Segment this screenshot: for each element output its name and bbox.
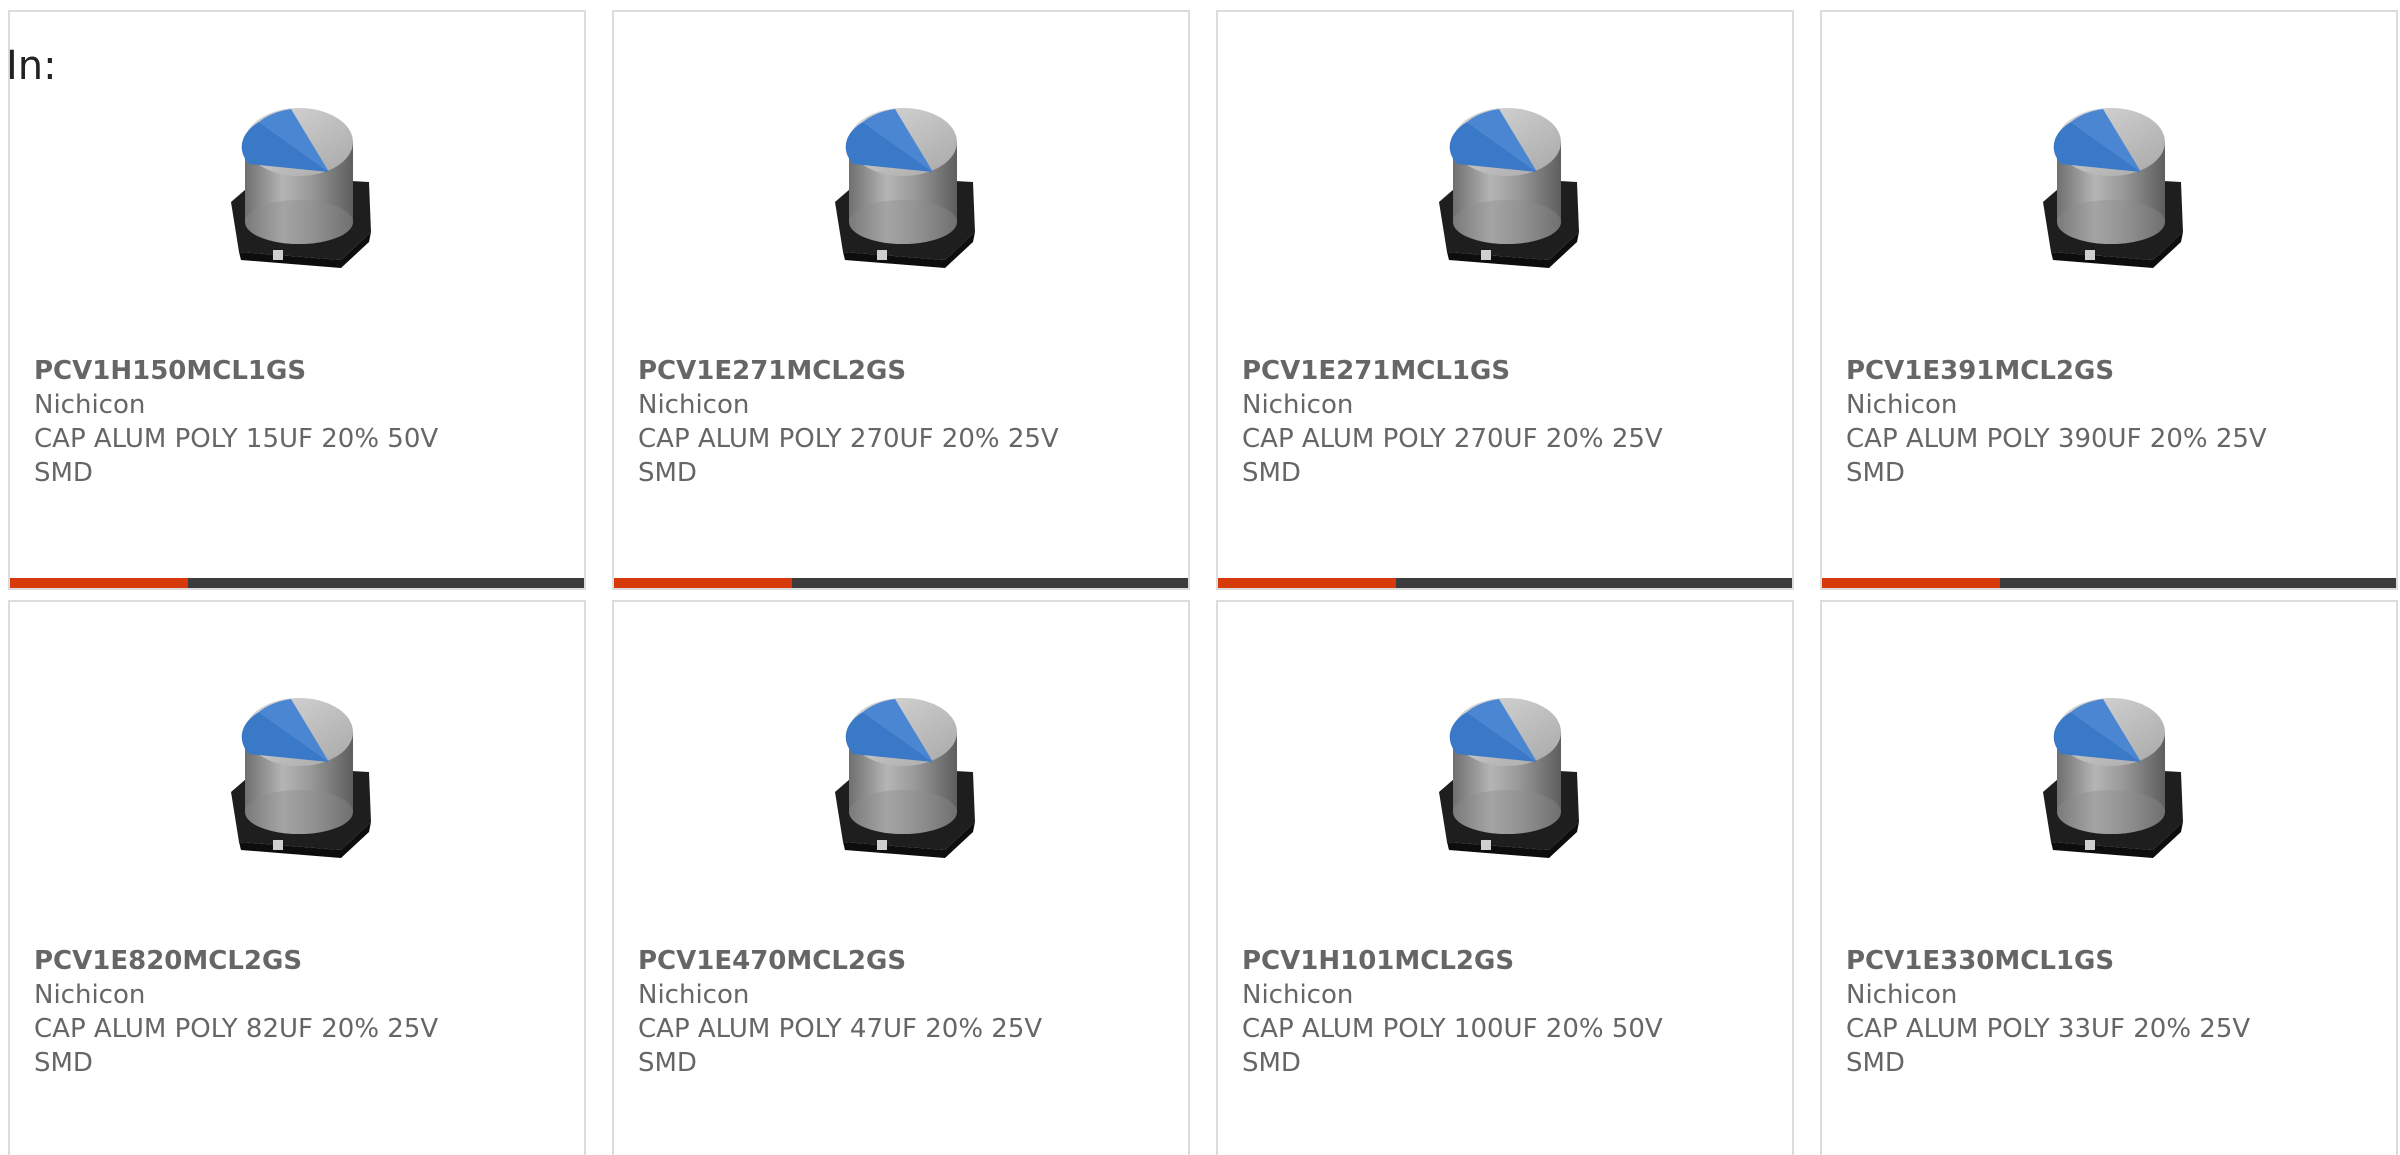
- description: CAP ALUM POLY 47UF 20% 25V: [638, 1014, 1043, 1044]
- part-number[interactable]: PCV1E820MCL2GS: [34, 944, 554, 978]
- package: SMD: [1242, 1048, 1301, 1078]
- package: SMD: [34, 458, 93, 488]
- package: SMD: [638, 1048, 697, 1078]
- card-bar: [1822, 578, 2396, 588]
- capacitor-icon: [805, 672, 1001, 868]
- capacitor-icon: [201, 82, 397, 278]
- manufacturer: Nichicon: [1846, 980, 1958, 1010]
- package: SMD: [1846, 1048, 1905, 1078]
- card-bar-fill: [10, 578, 188, 588]
- manufacturer: Nichicon: [1846, 390, 1958, 420]
- capacitor-icon: [2013, 82, 2209, 278]
- product-card[interactable]: PCV1E271MCL2GS Nichicon CAP ALUM POLY 27…: [612, 10, 1190, 590]
- product-info: PCV1E470MCL2GS Nichicon CAP ALUM POLY 47…: [638, 944, 1158, 1080]
- product-card[interactable]: PCV1E470MCL2GS Nichicon CAP ALUM POLY 47…: [612, 600, 1190, 1155]
- capacitor-icon: [1409, 82, 1605, 278]
- card-bar-fill: [614, 578, 792, 588]
- card-bar-fill: [1218, 578, 1396, 588]
- product-card[interactable]: PCV1E271MCL1GS Nichicon CAP ALUM POLY 27…: [1216, 10, 1794, 590]
- product-card[interactable]: PCV1H101MCL2GS Nichicon CAP ALUM POLY 10…: [1216, 600, 1794, 1155]
- product-card[interactable]: PCV1H150MCL1GS Nichicon CAP ALUM POLY 15…: [8, 10, 586, 590]
- part-number[interactable]: PCV1E330MCL1GS: [1846, 944, 2366, 978]
- part-number[interactable]: PCV1E470MCL2GS: [638, 944, 1158, 978]
- package: SMD: [1846, 458, 1905, 488]
- description: CAP ALUM POLY 270UF 20% 25V: [1242, 424, 1663, 454]
- manufacturer: Nichicon: [638, 390, 750, 420]
- description: CAP ALUM POLY 270UF 20% 25V: [638, 424, 1059, 454]
- product-info: PCV1E271MCL2GS Nichicon CAP ALUM POLY 27…: [638, 354, 1158, 490]
- capacitor-icon: [805, 82, 1001, 278]
- description: CAP ALUM POLY 100UF 20% 50V: [1242, 1014, 1663, 1044]
- part-number[interactable]: PCV1H101MCL2GS: [1242, 944, 1762, 978]
- product-info: PCV1E820MCL2GS Nichicon CAP ALUM POLY 82…: [34, 944, 554, 1080]
- capacitor-icon: [1409, 672, 1605, 868]
- part-number[interactable]: PCV1E391MCL2GS: [1846, 354, 2366, 388]
- card-bar: [1218, 578, 1792, 588]
- description: CAP ALUM POLY 33UF 20% 25V: [1846, 1014, 2251, 1044]
- product-info: PCV1E391MCL2GS Nichicon CAP ALUM POLY 39…: [1846, 354, 2366, 490]
- product-results-page: In: PCV1H150MCL1GS Nichicon CAP ALUM POL: [0, 0, 2400, 1155]
- product-grid: PCV1H150MCL1GS Nichicon CAP ALUM POLY 15…: [8, 10, 2398, 1155]
- manufacturer: Nichicon: [34, 390, 146, 420]
- product-card[interactable]: PCV1E820MCL2GS Nichicon CAP ALUM POLY 82…: [8, 600, 586, 1155]
- manufacturer: Nichicon: [1242, 390, 1354, 420]
- description: CAP ALUM POLY 390UF 20% 25V: [1846, 424, 2267, 454]
- package: SMD: [1242, 458, 1301, 488]
- part-number[interactable]: PCV1E271MCL2GS: [638, 354, 1158, 388]
- in-label: In:: [6, 43, 57, 89]
- card-bar-fill: [1822, 578, 2000, 588]
- manufacturer: Nichicon: [1242, 980, 1354, 1010]
- product-card[interactable]: PCV1E330MCL1GS Nichicon CAP ALUM POLY 33…: [1820, 600, 2398, 1155]
- product-info: PCV1E330MCL1GS Nichicon CAP ALUM POLY 33…: [1846, 944, 2366, 1080]
- part-number[interactable]: PCV1H150MCL1GS: [34, 354, 554, 388]
- product-info: PCV1E271MCL1GS Nichicon CAP ALUM POLY 27…: [1242, 354, 1762, 490]
- manufacturer: Nichicon: [638, 980, 750, 1010]
- product-card[interactable]: PCV1E391MCL2GS Nichicon CAP ALUM POLY 39…: [1820, 10, 2398, 590]
- product-info: PCV1H101MCL2GS Nichicon CAP ALUM POLY 10…: [1242, 944, 1762, 1080]
- card-bar: [10, 578, 584, 588]
- package: SMD: [34, 1048, 93, 1078]
- capacitor-icon: [2013, 672, 2209, 868]
- description: CAP ALUM POLY 15UF 20% 50V: [34, 424, 439, 454]
- part-number[interactable]: PCV1E271MCL1GS: [1242, 354, 1762, 388]
- package: SMD: [638, 458, 697, 488]
- capacitor-icon: [201, 672, 397, 868]
- product-info: PCV1H150MCL1GS Nichicon CAP ALUM POLY 15…: [34, 354, 554, 490]
- description: CAP ALUM POLY 82UF 20% 25V: [34, 1014, 439, 1044]
- card-bar: [614, 578, 1188, 588]
- manufacturer: Nichicon: [34, 980, 146, 1010]
